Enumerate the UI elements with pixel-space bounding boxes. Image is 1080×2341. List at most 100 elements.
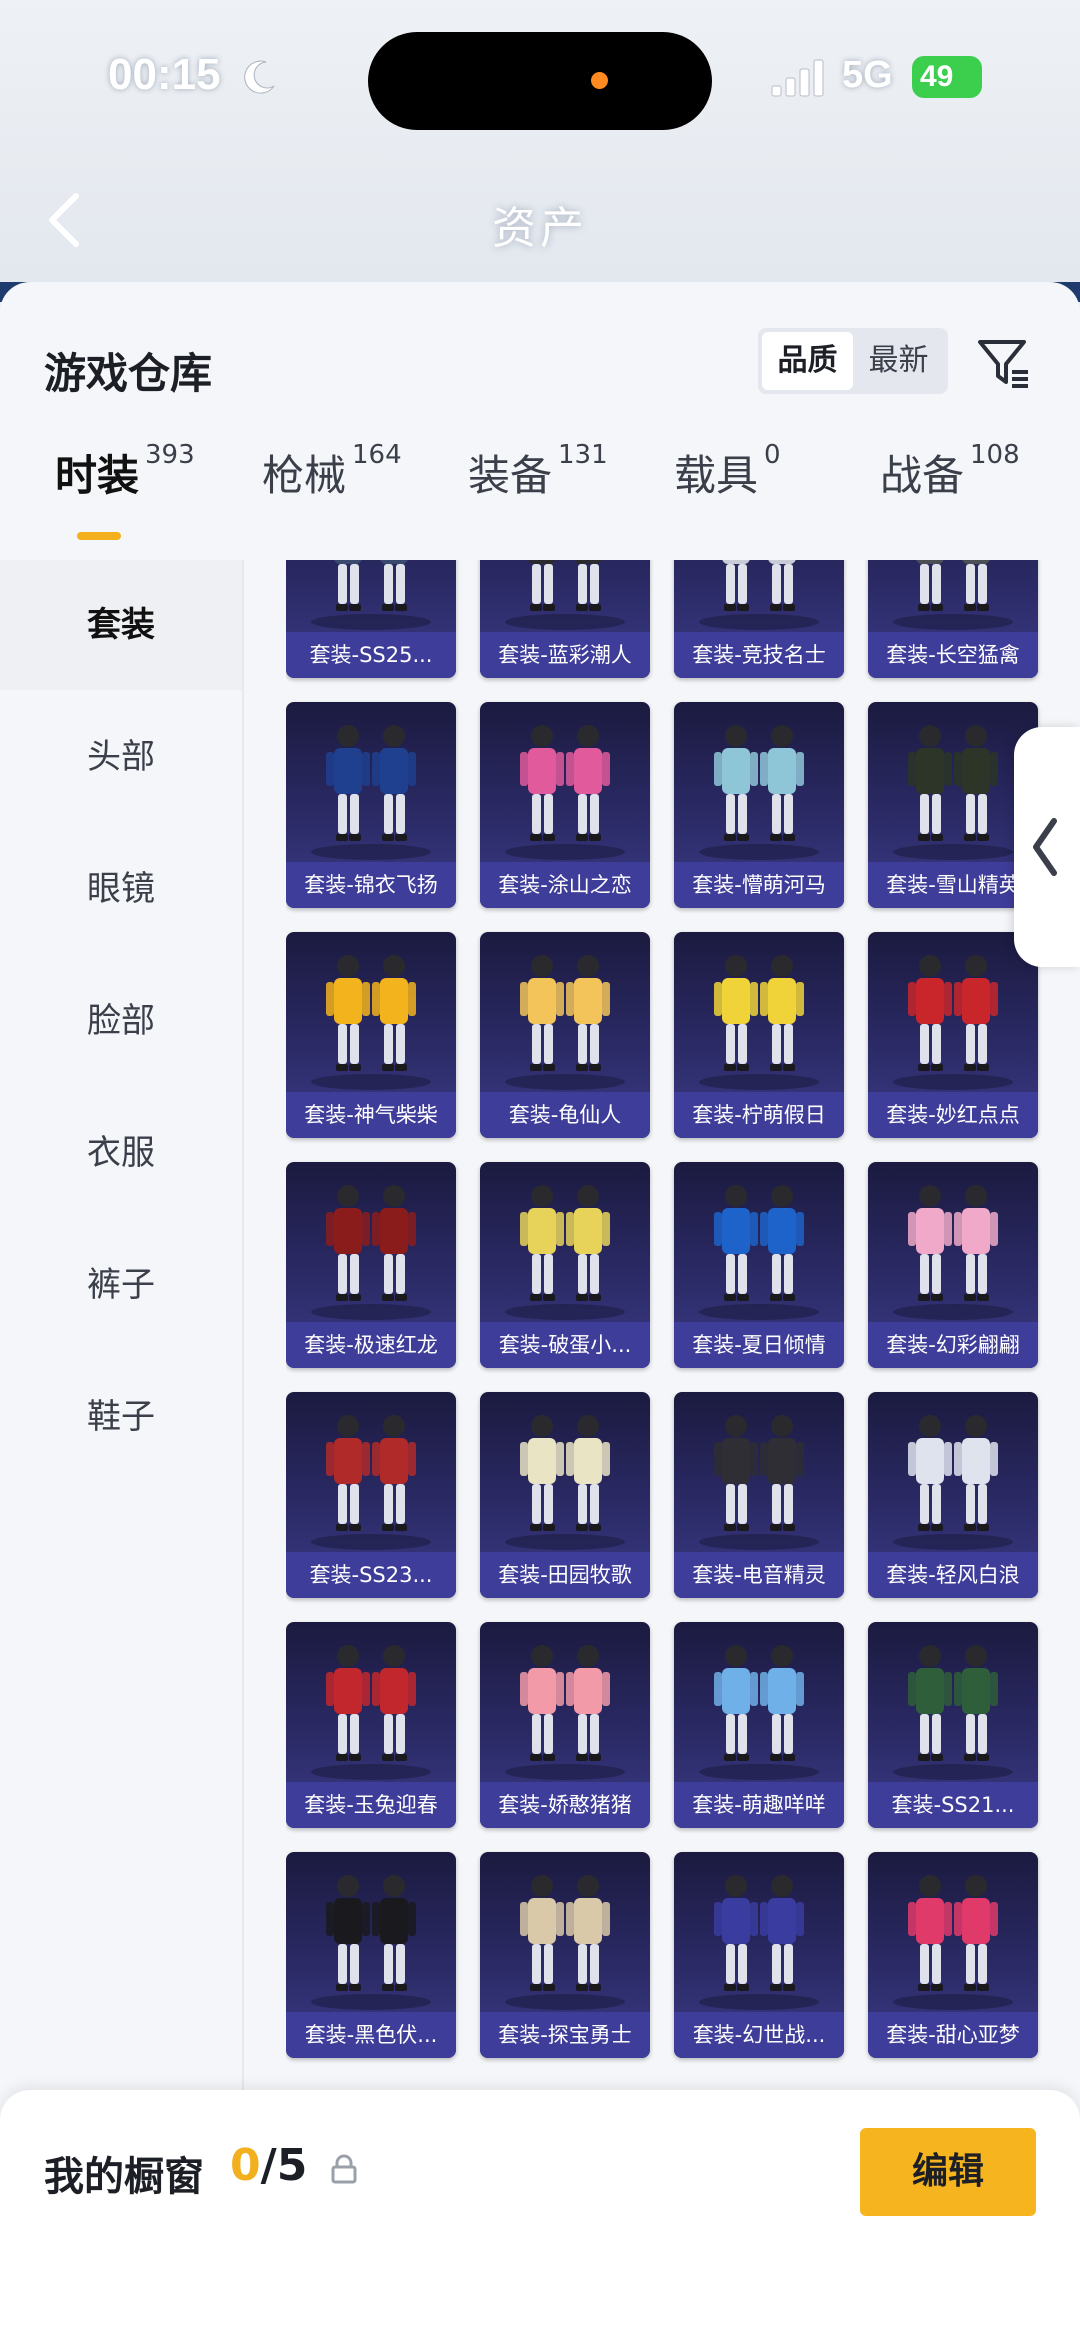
outfit-card[interactable]: 套装-SS25... — [286, 560, 456, 678]
status-bar: 00:15 5G 49 — [0, 0, 1080, 160]
item-grid: 套装-SS25... 套装-蓝彩潮人 套装-竞技名士 套装-长空猛禽 套装-锦衣飞扬 套装… — [286, 560, 1046, 2310]
outfit-thumbnail-icon — [893, 560, 1013, 630]
chevron-left-icon — [1033, 818, 1057, 876]
battery-level: 49 — [920, 60, 954, 93]
outfit-card[interactable]: 套装-田园牧歌 — [480, 1392, 650, 1598]
outfit-card[interactable]: 套装-幻世战... — [674, 1852, 844, 2058]
outfit-card[interactable]: 套装-锦衣飞扬 — [286, 702, 456, 908]
outfit-thumbnail-icon — [699, 725, 819, 860]
outfit-card[interactable]: 套装-神气柴柴 — [286, 932, 456, 1138]
dynamic-island — [368, 32, 712, 130]
outfit-card[interactable]: 套装-涂山之恋 — [480, 702, 650, 908]
sort-toggle: 品质 最新 — [758, 328, 948, 394]
outfit-card[interactable]: 套装-妙红点点 — [868, 932, 1038, 1138]
outfit-card[interactable]: 套装-龟仙人 — [480, 932, 650, 1138]
outfit-card-label: 套装-竞技名士 — [674, 632, 844, 678]
outfit-card-label: 套装-夏日倾情 — [674, 1322, 844, 1368]
sort-option-quality[interactable]: 品质 — [762, 332, 853, 390]
outfit-thumbnail-icon — [699, 1645, 819, 1780]
outfit-card[interactable]: 套装-SS21... — [868, 1622, 1038, 1828]
outfit-card-label: 套装-SS23... — [286, 1552, 456, 1598]
outfit-card-label: 套装-妙红点点 — [868, 1092, 1038, 1138]
outfit-thumbnail-icon — [699, 560, 819, 630]
outfit-card[interactable]: 套装-蓝彩潮人 — [480, 560, 650, 678]
outfit-card[interactable]: 套装-甜心亚梦 — [868, 1852, 1038, 2058]
outfit-card-label: 套装-探宝勇士 — [480, 2012, 650, 2058]
nav-title: 资产 — [492, 203, 588, 254]
tab-label: 装备 — [468, 451, 553, 500]
outfit-card-label: 套装-锦衣飞扬 — [286, 862, 456, 908]
outfit-card[interactable]: 套装-电音精灵 — [674, 1392, 844, 1598]
outfit-thumbnail-icon — [505, 1185, 625, 1320]
tab-equipment[interactable]: 装备 131 — [468, 440, 608, 503]
outfit-card[interactable]: 套装-夏日倾情 — [674, 1162, 844, 1368]
tab-count: 0 — [764, 440, 781, 470]
outfit-card-label: 套装-玉兔迎春 — [286, 1782, 456, 1828]
status-time: 00:15 — [108, 50, 221, 99]
outfit-card-label: 套装-极速红龙 — [286, 1322, 456, 1368]
category-head[interactable]: 头部 — [0, 692, 242, 822]
outfit-thumbnail-icon — [505, 955, 625, 1090]
category-glasses[interactable]: 眼镜 — [0, 824, 242, 954]
signal-icon — [771, 59, 824, 97]
outfit-card[interactable]: 套装-破蛋小... — [480, 1162, 650, 1368]
tab-vehicles[interactable]: 载具 0 — [674, 440, 781, 503]
tab-active-indicator — [77, 532, 121, 540]
outfit-card[interactable]: 套装-黑色伏... — [286, 1852, 456, 2058]
outfit-card[interactable]: 套装-长空猛禽 — [868, 560, 1038, 678]
outfit-thumbnail-icon — [699, 1415, 819, 1550]
outfit-card-label: 套装-SS21... — [868, 1782, 1038, 1828]
outfit-card[interactable]: 套装-玉兔迎春 — [286, 1622, 456, 1828]
outfit-card-label: 套装-田园牧歌 — [480, 1552, 650, 1598]
outfit-thumbnail-icon — [893, 955, 1013, 1090]
category-pants[interactable]: 裤子 — [0, 1220, 242, 1350]
tab-count: 393 — [145, 440, 195, 470]
showcase-total: /5 — [260, 2140, 308, 2191]
tab-label: 战备 — [880, 451, 965, 500]
outfit-thumbnail-icon — [893, 1415, 1013, 1550]
outfit-thumbnail-icon — [505, 1875, 625, 2010]
outfit-card[interactable]: 套装-懵萌河马 — [674, 702, 844, 908]
outfit-card-label: 套装-电音精灵 — [674, 1552, 844, 1598]
outfit-thumbnail-icon — [505, 1645, 625, 1780]
outfit-card[interactable]: 套装-轻风白浪 — [868, 1392, 1038, 1598]
side-drawer-handle[interactable] — [1014, 727, 1080, 967]
outfit-card-label: 套装-幻彩翩翩 — [868, 1322, 1038, 1368]
outfit-thumbnail-icon — [893, 1185, 1013, 1320]
outfit-card[interactable]: 套装-萌趣咩咩 — [674, 1622, 844, 1828]
outfit-thumbnail-icon — [699, 955, 819, 1090]
tab-fashion[interactable]: 时装 393 — [55, 440, 195, 503]
sort-option-newest[interactable]: 最新 — [853, 332, 944, 390]
outfit-thumbnail-icon — [311, 1875, 431, 2010]
outfit-thumbnail-icon — [311, 955, 431, 1090]
outfit-card-label: 套装-长空猛禽 — [868, 632, 1038, 678]
category-face[interactable]: 脸部 — [0, 956, 242, 1086]
outfit-card-label: 套装-懵萌河马 — [674, 862, 844, 908]
outfit-card[interactable]: 套装-雪山精英 — [868, 702, 1038, 908]
tab-weapons[interactable]: 枪械 164 — [262, 440, 402, 503]
category-shoes[interactable]: 鞋子 — [0, 1352, 242, 1482]
outfit-card-label: 套装-甜心亚梦 — [868, 2012, 1038, 2058]
showcase-label: 我的橱窗 — [44, 2154, 204, 2200]
outfit-card-label: 套装-蓝彩潮人 — [480, 632, 650, 678]
outfit-card[interactable]: 套装-探宝勇士 — [480, 1852, 650, 2058]
outfit-thumbnail-icon — [505, 560, 625, 630]
outfit-card-label: 套装-雪山精英 — [868, 862, 1038, 908]
outfit-card[interactable]: 套装-竞技名士 — [674, 560, 844, 678]
tab-battle-gear[interactable]: 战备 108 — [880, 440, 1020, 503]
outfit-thumbnail-icon — [505, 1415, 625, 1550]
category-clothes[interactable]: 衣服 — [0, 1088, 242, 1218]
category-suit[interactable]: 套装 — [0, 560, 242, 690]
outfit-thumbnail-icon — [699, 1185, 819, 1320]
outfit-card[interactable]: 套装-柠萌假日 — [674, 932, 844, 1138]
outfit-card[interactable]: 套装-极速红龙 — [286, 1162, 456, 1368]
outfit-card[interactable]: 套装-幻彩翩翩 — [868, 1162, 1038, 1368]
lock-icon — [331, 2154, 357, 2184]
outfit-card-label: 套装-SS25... — [286, 632, 456, 678]
outfit-card[interactable]: 套装-SS23... — [286, 1392, 456, 1598]
filter-icon[interactable] — [974, 332, 1034, 392]
outfit-card[interactable]: 套装-娇憨猪猪 — [480, 1622, 650, 1828]
sidebar-divider — [242, 560, 244, 2341]
edit-button[interactable]: 编辑 — [860, 2128, 1036, 2216]
category-sidebar: 套装 头部 眼镜 脸部 衣服 裤子 鞋子 — [0, 560, 242, 2341]
